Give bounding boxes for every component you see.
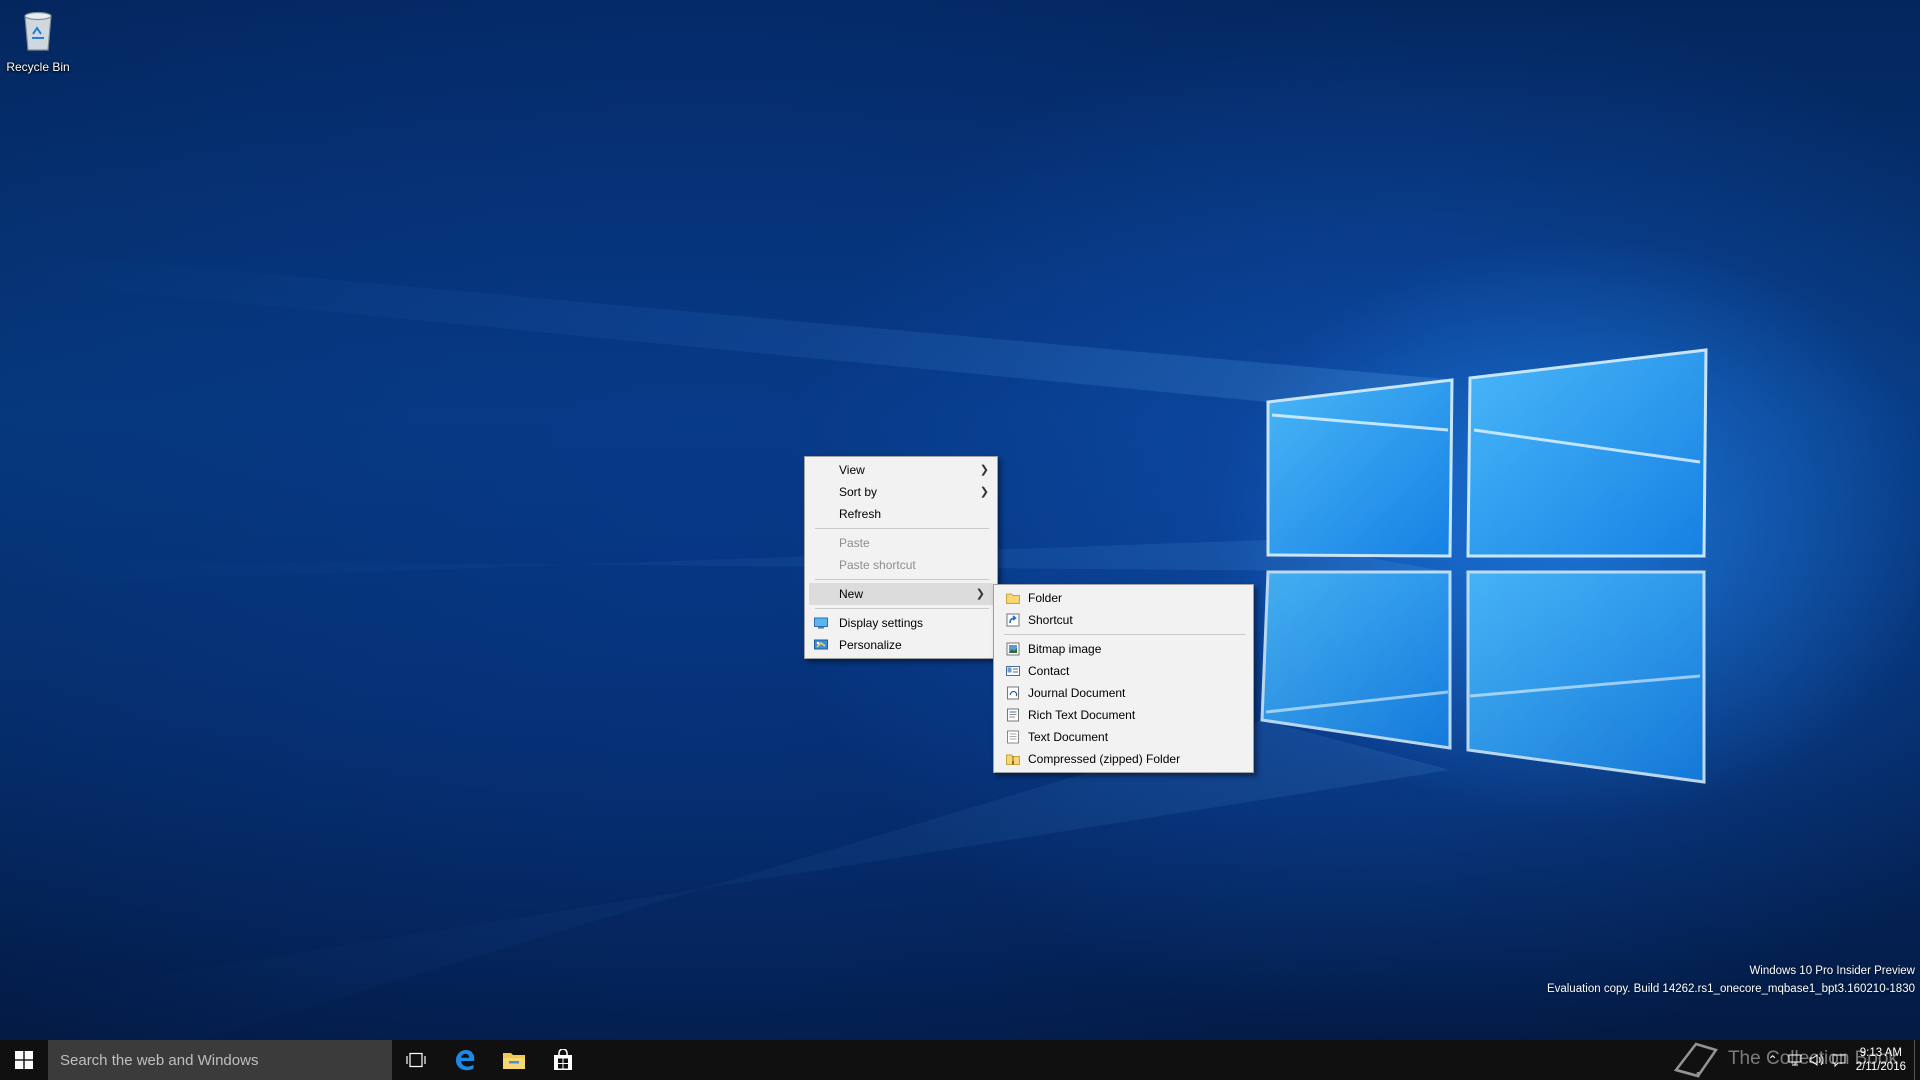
- menu-item-label: View: [839, 463, 865, 477]
- new-item-journal-document[interactable]: Journal Document: [994, 682, 1253, 704]
- chevron-right-icon: ❯: [975, 588, 985, 600]
- menu-item-label: Paste shortcut: [839, 558, 916, 572]
- menu-item-view[interactable]: View ❯: [805, 459, 997, 481]
- task-view-button[interactable]: [392, 1040, 440, 1080]
- menu-item-paste-shortcut: Paste shortcut: [805, 554, 997, 576]
- task-view-icon: [406, 1052, 426, 1068]
- search-input[interactable]: [48, 1040, 392, 1080]
- build-text: Evaluation copy. Build 14262.rs1_onecore…: [1546, 983, 1915, 995]
- display-settings-icon: [814, 617, 828, 629]
- menu-separator: [815, 579, 989, 580]
- menu-item-label: Journal Document: [1028, 686, 1126, 700]
- desktop-icon-recycle-bin[interactable]: Recycle Bin: [4, 6, 72, 74]
- action-center-icon[interactable]: [1828, 1040, 1850, 1080]
- new-item-text-document[interactable]: Text Document: [994, 726, 1253, 748]
- desktop-context-menu: View ❯ Sort by ❯ Refresh Paste Paste sho…: [804, 456, 998, 659]
- menu-item-sort-by[interactable]: Sort by ❯: [805, 481, 997, 503]
- new-submenu: Folder Shortcut Bitmap image Contact Jou…: [993, 584, 1254, 773]
- menu-item-display-settings[interactable]: Display settings: [805, 612, 997, 634]
- new-item-shortcut[interactable]: Shortcut: [994, 609, 1253, 631]
- menu-item-label: Paste: [839, 536, 870, 550]
- book-logo-icon: [1673, 1042, 1718, 1078]
- menu-item-label: Personalize: [839, 638, 902, 652]
- menu-item-label: Text Document: [1028, 730, 1109, 744]
- edge-button[interactable]: [441, 1040, 489, 1080]
- bitmap-icon: [1006, 642, 1020, 656]
- store-button[interactable]: [539, 1040, 587, 1080]
- new-item-contact[interactable]: Contact: [994, 660, 1253, 682]
- new-item-rich-text-document[interactable]: Rich Text Document: [994, 704, 1253, 726]
- menu-item-label: Bitmap image: [1028, 642, 1102, 656]
- show-desktop-button[interactable]: [1914, 1040, 1920, 1080]
- menu-item-new[interactable]: New ❯: [809, 583, 993, 605]
- system-tray: ⌃ 9:13 AM 2/11/2016: [1762, 1040, 1920, 1080]
- menu-item-label: New: [839, 587, 864, 601]
- shortcut-icon: [1006, 613, 1020, 627]
- chevron-right-icon: ❯: [979, 464, 989, 476]
- personalize-icon: [814, 639, 828, 650]
- menu-item-label: Rich Text Document: [1028, 708, 1136, 722]
- clock-time: 9:13 AM: [1859, 1047, 1902, 1059]
- clock[interactable]: 9:13 AM 2/11/2016: [1850, 1046, 1914, 1074]
- chevron-up-icon[interactable]: ⌃: [1762, 1040, 1784, 1080]
- contact-icon: [1006, 666, 1020, 676]
- desktop-icon-label: Recycle Bin: [6, 60, 70, 74]
- menu-separator: [815, 608, 989, 609]
- new-item-folder[interactable]: Folder: [994, 587, 1253, 609]
- menu-item-label: Refresh: [839, 507, 882, 521]
- menu-item-label: Folder: [1028, 591, 1063, 605]
- menu-item-label: Sort by: [839, 485, 878, 499]
- menu-separator: [1004, 634, 1245, 635]
- file-explorer-icon: [503, 1053, 525, 1069]
- zip-folder-icon: [1006, 754, 1020, 765]
- network-icon[interactable]: [1784, 1040, 1806, 1080]
- recycle-bin-icon: [24, 11, 52, 51]
- taskbar: The Collection Book ⌃ 9:13 AM 2/11/2016: [0, 1040, 1920, 1080]
- new-item-compressed-folder[interactable]: Compressed (zipped) Folder: [994, 748, 1253, 770]
- menu-item-paste: Paste: [805, 532, 997, 554]
- clock-date: 2/11/2016: [1855, 1061, 1906, 1073]
- journal-icon: [1007, 686, 1019, 700]
- build-watermark: Windows 10 Pro Insider Preview Evaluatio…: [1547, 962, 1915, 998]
- edge-icon: [456, 1050, 475, 1071]
- volume-icon[interactable]: [1806, 1040, 1828, 1080]
- menu-item-refresh[interactable]: Refresh: [805, 503, 997, 525]
- rich-text-icon: [1007, 708, 1019, 722]
- menu-item-personalize[interactable]: Personalize: [805, 634, 997, 656]
- menu-item-label: Compressed (zipped) Folder: [1028, 752, 1181, 766]
- file-explorer-button[interactable]: [490, 1040, 538, 1080]
- start-button[interactable]: [0, 1040, 48, 1080]
- text-document-icon: [1007, 730, 1019, 744]
- menu-separator: [815, 528, 989, 529]
- chevron-right-icon: ❯: [979, 486, 989, 498]
- store-icon: [554, 1049, 572, 1070]
- windows-logo-icon: [15, 1051, 33, 1069]
- new-item-bitmap-image[interactable]: Bitmap image: [994, 638, 1253, 660]
- desktop-background[interactable]: Recycle Bin View ❯ Sort by ❯ Refresh Pas…: [0, 0, 1920, 1040]
- menu-item-label: Contact: [1028, 664, 1070, 678]
- folder-icon: [1006, 593, 1020, 604]
- edition-text: Windows 10 Pro Insider Preview: [1749, 965, 1915, 977]
- menu-item-label: Display settings: [839, 616, 924, 630]
- menu-item-label: Shortcut: [1028, 613, 1073, 627]
